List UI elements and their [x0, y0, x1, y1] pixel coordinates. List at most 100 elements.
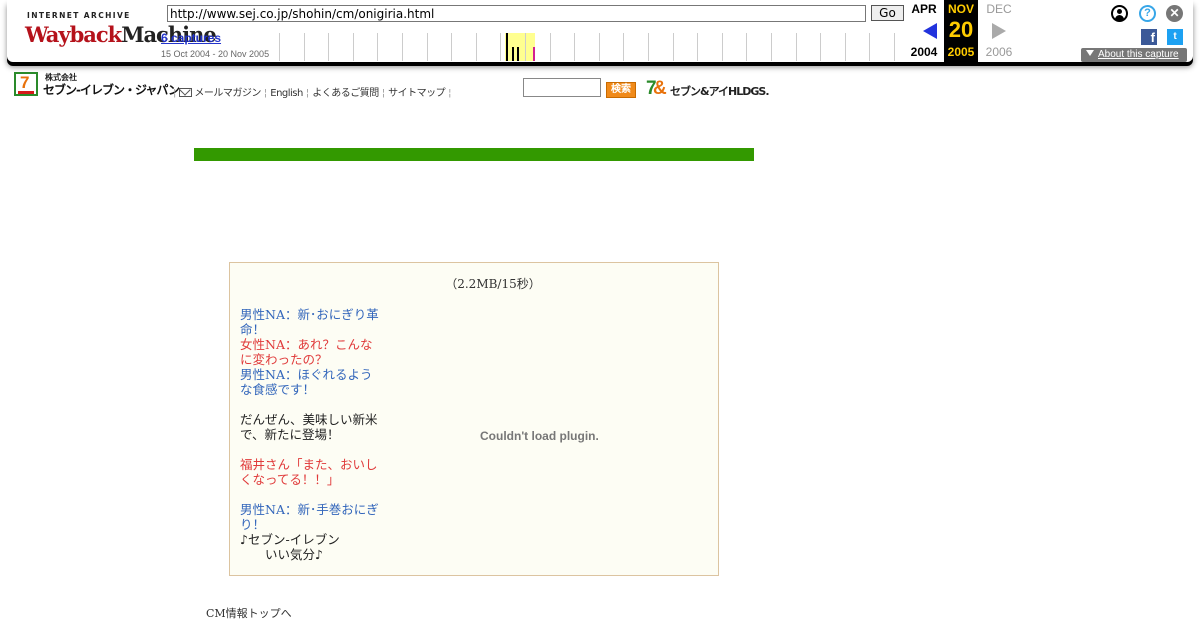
wayback-logo-word1: Wayback — [25, 22, 122, 47]
script-line: な食感です！ — [240, 382, 316, 397]
holdings-logo-text: セブン&アイHLDGS. — [670, 85, 770, 98]
script-line: り！ — [240, 517, 266, 532]
nav-divider: ¦ — [381, 88, 386, 99]
captures-link[interactable]: 6 captures — [161, 31, 221, 45]
current-day-label: 20 — [948, 17, 974, 42]
script-line: くなってる！！」 — [240, 472, 340, 487]
sparkline-divider — [869, 33, 871, 61]
close-icon[interactable]: ✕ — [1166, 5, 1183, 22]
site-search-button[interactable]: 検索 — [606, 82, 636, 98]
script-line: 男性NA：ほぐれるよう — [240, 367, 373, 382]
sparkline-divider — [426, 33, 428, 61]
sparkline-divider — [598, 33, 600, 61]
prev-month-label: APR — [911, 2, 937, 16]
mail-icon — [179, 88, 193, 97]
seven-eleven-mark-icon: 7 — [14, 72, 38, 96]
logo-company-name: セブン-イレブン・ジャパン — [43, 83, 180, 97]
sparkline-divider — [328, 33, 330, 61]
prev-arrow-icon[interactable] — [923, 23, 937, 39]
current-capture-date: NOV 20 2005 — [944, 0, 978, 62]
sparkline-divider — [844, 33, 846, 61]
sparkline-divider — [574, 33, 576, 61]
script-line: だんぜん、美味しい新米 — [240, 412, 378, 427]
nav-faq[interactable]: よくあるご質問 — [312, 88, 379, 99]
about-capture-button[interactable]: About this capture — [1081, 48, 1187, 62]
script-spacer — [240, 487, 388, 502]
script-spacer — [240, 397, 388, 412]
script-line: 男性NA：新･おにぎり革 — [240, 307, 379, 322]
sparkline-divider — [771, 33, 772, 61]
header-nav: ¦ メールマガジン ¦ English ¦ よくあるご質問 ¦ サイトマップ ¦ — [170, 84, 454, 99]
sparkline-divider — [746, 33, 748, 61]
nav-divider: ¦ — [173, 88, 177, 99]
script-line: いい気分♪ — [240, 547, 323, 562]
sparkline-divider — [451, 33, 453, 61]
script-line: に変わったの？ — [240, 352, 328, 367]
sparkline-divider — [672, 33, 674, 61]
facebook-icon[interactable]: f — [1141, 29, 1157, 45]
next-arrow-icon[interactable] — [992, 23, 1006, 39]
script-line: 命！ — [240, 322, 266, 337]
script-line: で、新たに登場！ — [240, 427, 340, 442]
sparkline-divider — [795, 33, 797, 61]
sparkline-capture-bar[interactable] — [517, 47, 519, 61]
seven-eleven-logo[interactable]: 7 株式会社 セブン-イレブン・ジャパン — [14, 72, 180, 98]
sparkline-capture-bar[interactable] — [512, 47, 514, 61]
holdings-mark-amp: & — [653, 78, 667, 99]
sparkline-highlight — [505, 33, 535, 61]
help-icon[interactable]: ? — [1139, 5, 1156, 22]
capture-range: 15 Oct 2004 - 20 Nov 2005 — [161, 49, 270, 59]
sparkline-divider — [623, 33, 625, 61]
nav-english[interactable]: English — [270, 88, 303, 99]
sparkline-divider — [648, 33, 649, 61]
sparkline-divider — [500, 33, 502, 61]
sparkline-capture-bar[interactable] — [506, 33, 508, 61]
url-input[interactable] — [167, 5, 866, 22]
wayback-logo[interactable]: INTERNET ARCHIVE WaybackMachine — [25, 8, 217, 52]
seven-eleven-mark-stripe — [18, 91, 34, 94]
next-month-label: DEC — [986, 2, 1012, 16]
prev-month-nav[interactable]: APR 2004 — [905, 0, 943, 62]
site-search-input[interactable] — [523, 78, 601, 97]
go-button[interactable]: Go — [871, 5, 904, 21]
cm-top-link[interactable]: CM情報トップへ — [206, 605, 292, 621]
nav-divider: ¦ — [263, 88, 268, 99]
cm-panel: （2.2MB/15秒） 男性NA：新･おにぎり革 命！ 女性NA：あれ？こんな に変わ… — [229, 262, 719, 576]
wayback-toolbar: INTERNET ARCHIVE WaybackMachine Go 6 cap… — [7, 0, 1193, 62]
script-line: 女性NA：あれ？こんな — [240, 337, 373, 352]
sparkline-divider — [894, 33, 895, 61]
next-month-nav[interactable]: DEC 2006 — [979, 0, 1019, 62]
about-capture-label: About this capture — [1098, 49, 1179, 60]
nav-divider: ¦ — [448, 88, 452, 99]
sparkline-divider — [279, 33, 280, 61]
sparkline-divider — [402, 33, 403, 61]
cm-script: 男性NA：新･おにぎり革 命！ 女性NA：あれ？こんな に変わったの？ 男性NA：ほぐれ… — [240, 307, 388, 562]
seven-eleven-mark-digit: 7 — [20, 73, 30, 92]
next-year-label: 2006 — [985, 45, 1013, 59]
cm-file-size: （2.2MB/15秒） — [445, 277, 541, 291]
wayback-logo-top: INTERNET ARCHIVE — [27, 11, 131, 20]
sparkline-divider — [303, 33, 305, 61]
current-month-label: NOV — [947, 2, 974, 16]
sparkline-divider — [525, 33, 526, 61]
capture-sparkline[interactable] — [279, 33, 905, 61]
script-line: 福井さん「また、おいし — [240, 457, 378, 472]
script-line: ♪セブン-イレブン — [240, 532, 340, 547]
sparkline-divider — [549, 33, 551, 61]
sparkline-current-bar[interactable] — [533, 47, 535, 61]
prev-year-label: 2004 — [910, 45, 938, 59]
nav-sitemap[interactable]: サイトマップ — [388, 88, 446, 99]
nav-mail-magazine[interactable]: メールマガジン — [194, 88, 261, 99]
sparkline-divider — [352, 33, 354, 61]
sparkline-divider — [697, 33, 699, 61]
sparkline-divider — [721, 33, 723, 61]
sparkline-divider — [377, 33, 379, 61]
nav-divider: ¦ — [305, 88, 310, 99]
title-bar — [194, 148, 754, 161]
current-year-label: 2005 — [947, 45, 975, 59]
script-line: 男性NA：新･手巻おにぎ — [240, 502, 379, 517]
plugin-error-message: Couldn't load plugin. — [480, 429, 599, 443]
user-icon[interactable] — [1111, 5, 1128, 22]
twitter-icon[interactable]: t — [1167, 29, 1183, 45]
sparkline-divider — [820, 33, 822, 61]
